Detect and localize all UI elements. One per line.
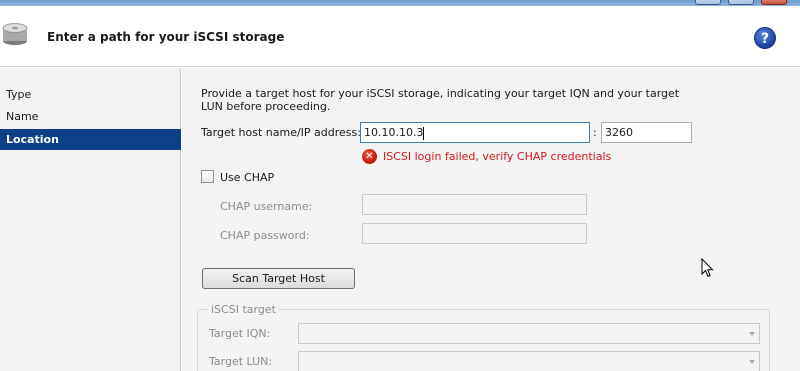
maximize-button[interactable] [728,0,754,5]
wizard-header: Enter a path for your iSCSI storage ? [0,6,800,67]
chap-username-label: CHAP username: [220,200,313,213]
target-host-label: Target host name/IP address: [201,126,361,139]
target-iqn-label: Target IQN: [209,327,271,340]
storage-disk-icon [2,23,28,45]
minimize-button[interactable] [695,0,721,5]
target-lun-select[interactable] [298,351,760,371]
target-iqn-select[interactable] [298,323,760,344]
chap-username-input[interactable] [362,194,587,215]
chevron-down-icon[interactable] [749,360,755,364]
target-lun-label: Target LUN: [209,355,273,368]
error-icon: ✕ [362,149,377,164]
help-icon[interactable]: ? [754,27,776,49]
close-button[interactable] [761,0,787,5]
location-panel: Provide a target host for your iSCSI sto… [182,68,800,371]
scan-target-host-button[interactable]: Scan Target Host [202,268,355,289]
use-chap-checkbox[interactable] [201,170,214,183]
nav-item-type[interactable]: Type [0,84,181,105]
iscsi-target-group: iSCSI target Target IQN: Target LUN: [197,303,770,371]
nav-item-location[interactable]: Location [0,129,181,150]
chap-password-label: CHAP password: [220,229,310,242]
chevron-down-icon[interactable] [749,332,755,336]
wizard-steps-nav: Type Name Location [0,68,181,371]
iscsi-target-group-label: iSCSI target [208,303,279,316]
use-chap-label[interactable]: Use CHAP [220,171,274,184]
chap-password-input[interactable] [362,223,587,244]
port-separator: : [593,126,597,139]
nav-item-name[interactable]: Name [0,106,181,127]
mouse-cursor-icon [701,258,714,278]
port-input[interactable]: 3260 [601,122,692,143]
instructions-text: Provide a target host for your iSCSI sto… [201,87,680,113]
page-title: Enter a path for your iSCSI storage [47,30,285,44]
error-message-text: ISCSI login failed, verify CHAP credenti… [383,150,612,163]
target-host-input[interactable]: 10.10.10.3 [360,122,590,143]
